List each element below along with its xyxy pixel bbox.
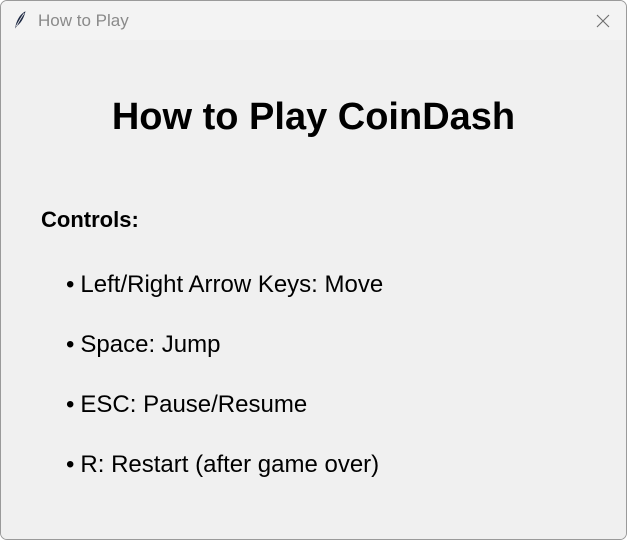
control-item-restart: • R: Restart (after game over) bbox=[66, 451, 379, 479]
content-area: How to Play CoinDash Controls: • Left/Rig… bbox=[1, 40, 626, 539]
bullet: • bbox=[66, 331, 75, 358]
title-bar[interactable]: How to Play bbox=[1, 1, 626, 40]
bullet: • bbox=[66, 271, 75, 298]
control-text: Space: Jump bbox=[80, 331, 221, 358]
how-to-play-window: How to Play How to Play CoinDash Control… bbox=[0, 0, 627, 540]
control-item-pause: • ESC: Pause/Resume bbox=[66, 391, 307, 419]
control-text: ESC: Pause/Resume bbox=[80, 391, 308, 418]
feather-icon bbox=[11, 10, 29, 30]
control-text: Left/Right Arrow Keys: Move bbox=[80, 271, 384, 298]
control-text: R: Restart (after game over) bbox=[80, 451, 380, 478]
controls-heading: Controls: bbox=[41, 207, 139, 232]
control-item-move: • Left/Right Arrow Keys: Move bbox=[66, 271, 383, 299]
close-icon bbox=[596, 14, 610, 28]
page-title: How to Play CoinDash bbox=[111, 96, 516, 138]
bullet: • bbox=[66, 391, 75, 418]
window-title: How to Play bbox=[38, 11, 129, 30]
control-item-jump: • Space: Jump bbox=[66, 331, 220, 359]
close-button[interactable] bbox=[580, 1, 626, 40]
bullet: • bbox=[66, 451, 75, 478]
